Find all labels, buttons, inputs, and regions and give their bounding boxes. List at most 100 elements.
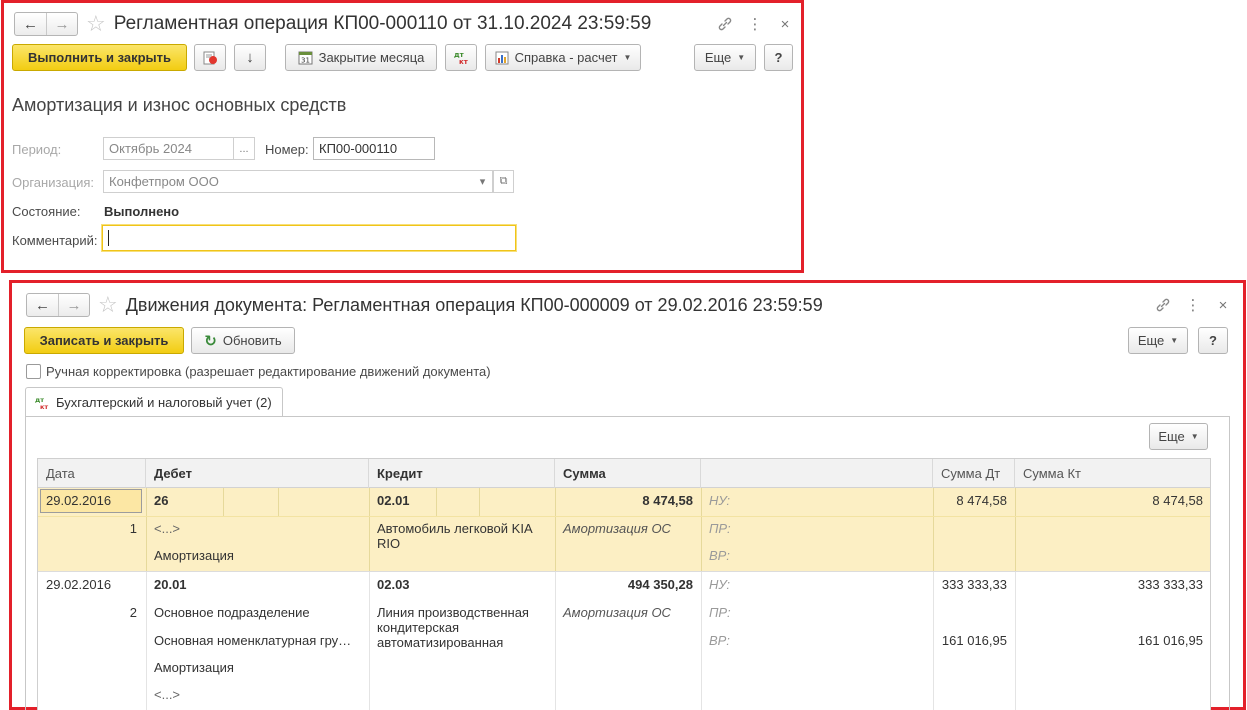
- link-icon[interactable]: [1155, 297, 1171, 313]
- chevron-down-icon: ▼: [1190, 432, 1199, 441]
- row2-date: 29.02.2016: [46, 577, 112, 592]
- organization-field[interactable]: Конфетпром ООО: [103, 170, 474, 193]
- row1-number: 1: [129, 521, 137, 536]
- row2-credit-subconto1: Линия производственная: [377, 605, 529, 620]
- tab-label: Бухгалтерский и налоговый учет (2): [56, 395, 272, 410]
- organization-label: Организация:: [12, 175, 95, 190]
- column-header-debit[interactable]: Дебет: [146, 459, 369, 488]
- comment-label: Комментарий:: [12, 233, 98, 248]
- column-header-amount[interactable]: Сумма: [555, 459, 701, 488]
- open-organization-icon[interactable]: ⧉: [493, 170, 514, 193]
- document-movements-window: ← → ☆ Движения документа: Регламентная о…: [9, 280, 1246, 710]
- row2-content: Амортизация ОС: [563, 605, 671, 620]
- text-cursor: [108, 230, 109, 246]
- report-icon-button[interactable]: [194, 44, 226, 71]
- row2-number: 2: [129, 605, 137, 620]
- favorite-star-icon[interactable]: ☆: [98, 294, 118, 316]
- window-title: Движения документа: Регламентная операци…: [125, 294, 823, 315]
- number-label: Номер:: [265, 142, 309, 157]
- comment-input[interactable]: [102, 225, 516, 251]
- svg-text:кт: кт: [40, 403, 48, 410]
- refresh-label: Обновить: [222, 333, 282, 348]
- row1-credit-account: 02.01: [377, 493, 410, 508]
- row2-sum-kt-vr: 161 016,95: [1137, 633, 1203, 648]
- row-separator: [38, 516, 1210, 517]
- forward-arrow-icon[interactable]: →: [46, 13, 77, 35]
- row1-sum-kt: 8 474,58: [1152, 493, 1203, 508]
- chevron-down-icon: ▼: [1170, 336, 1179, 345]
- help-calc-label: Справка - расчет: [514, 50, 618, 65]
- row1-type-nu: НУ:: [709, 493, 731, 508]
- chevron-down-icon: ▼: [623, 53, 632, 62]
- down-arrow-icon: ↓: [246, 49, 254, 66]
- help-button[interactable]: ?: [764, 44, 793, 71]
- row2-credit-subconto1-cont1: кондитерская: [377, 620, 460, 635]
- row1-amount: 8 474,58: [642, 493, 693, 508]
- row2-debit-subconto4: <...>: [154, 687, 181, 702]
- row2-type-pr: ПР:: [709, 605, 731, 620]
- organization-dropdown-icon[interactable]: ▾: [473, 170, 493, 193]
- column-header-credit[interactable]: Кредит: [369, 459, 555, 488]
- window-title: Регламентная операция КП00-000110 от 31.…: [113, 13, 652, 34]
- row1-debit-account: 26: [154, 493, 169, 508]
- link-icon[interactable]: [717, 16, 733, 32]
- period-field[interactable]: Октябрь 2024: [103, 137, 234, 160]
- back-arrow-icon[interactable]: ←: [27, 294, 58, 316]
- row1-credit-subconto1: Автомобиль легковой KIA: [377, 521, 533, 536]
- dt-kt-button[interactable]: дт кт: [445, 44, 477, 71]
- column-header-sum-kt[interactable]: Сумма Кт: [1015, 459, 1210, 488]
- row2-amount: 494 350,28: [627, 577, 693, 592]
- row-separator: [146, 572, 147, 710]
- save-and-close-button[interactable]: Записать и закрыть: [24, 327, 184, 354]
- period-label: Период:: [12, 142, 62, 157]
- calendar-icon: 31: [298, 50, 313, 65]
- download-button[interactable]: ↓: [234, 44, 266, 71]
- row2-debit-subconto1: Основное подразделение: [154, 605, 310, 620]
- table-header: Дата Дебет Кредит Сумма Сумма Дт Сумма К…: [38, 459, 1210, 488]
- row2-credit-subconto1-cont2: автоматизированная: [377, 635, 504, 650]
- manual-correction-checkbox[interactable]: [26, 364, 41, 379]
- grid-more-dropdown[interactable]: Еще ▼: [1149, 423, 1208, 450]
- refresh-icon: ↻: [204, 332, 217, 350]
- favorite-star-icon[interactable]: ☆: [86, 13, 106, 35]
- dt-kt-icon: дткт: [454, 51, 469, 66]
- back-arrow-icon[interactable]: ←: [15, 13, 46, 35]
- more-vertical-icon[interactable]: ⋮: [1185, 296, 1201, 314]
- row2-debit-subconto2: Основная номенклатурная гру…: [154, 633, 352, 648]
- column-header-date[interactable]: Дата: [38, 459, 146, 488]
- row1-date: 29.02.2016: [46, 493, 112, 508]
- forward-arrow-icon[interactable]: →: [58, 294, 89, 316]
- row2-type-vr: ВР:: [709, 633, 730, 648]
- chart-icon: [495, 51, 509, 65]
- execute-and-close-button[interactable]: Выполнить и закрыть: [12, 44, 187, 71]
- row2-debit-account: 20.01: [154, 577, 187, 592]
- help-calc-dropdown[interactable]: Справка - расчет ▼: [485, 44, 641, 71]
- nav-buttons: ← →: [14, 12, 78, 36]
- row1-content: Амортизация ОС: [563, 521, 671, 536]
- tab-accounting[interactable]: дт кт Бухгалтерский и налоговый учет (2): [25, 387, 283, 417]
- state-label: Состояние:: [12, 204, 81, 219]
- month-close-label: Закрытие месяца: [318, 50, 425, 65]
- row1-type-pr: ПР:: [709, 521, 731, 536]
- column-header-sum-dt[interactable]: Сумма Дт: [933, 459, 1015, 488]
- more-dropdown[interactable]: Еще ▼: [694, 44, 756, 71]
- help-button[interactable]: ?: [1198, 327, 1228, 354]
- close-icon[interactable]: ×: [777, 16, 793, 33]
- row-separator: [701, 572, 702, 710]
- row2-type-nu: НУ:: [709, 577, 731, 592]
- row-separator: [436, 488, 437, 516]
- month-close-button[interactable]: 31 Закрытие месяца: [285, 44, 437, 71]
- period-select-button[interactable]: ...: [233, 137, 255, 160]
- row2-sum-dt: 333 333,33: [941, 577, 1007, 592]
- row-separator: [701, 488, 702, 571]
- manual-correction-label: Ручная корректировка (разрешает редактир…: [46, 364, 491, 379]
- close-icon[interactable]: ×: [1215, 297, 1231, 314]
- column-header-type[interactable]: [701, 459, 933, 488]
- row-separator: [369, 572, 370, 710]
- more-vertical-icon[interactable]: ⋮: [747, 15, 763, 33]
- refresh-button[interactable]: ↻ Обновить: [191, 327, 295, 354]
- number-field[interactable]: КП00-000110: [313, 137, 435, 160]
- grid-more-label: Еще: [1158, 429, 1185, 444]
- more-dropdown[interactable]: Еще ▼: [1128, 327, 1188, 354]
- page-heading: Амортизация и износ основных средств: [12, 95, 347, 115]
